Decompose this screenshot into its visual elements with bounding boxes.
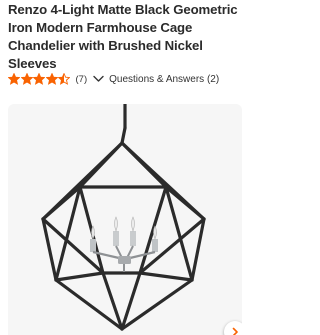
star-icon <box>20 73 33 85</box>
chandelier-image <box>41 104 206 331</box>
rating-row: (7) Questions & Answers (2) <box>8 71 219 87</box>
star-icon <box>8 73 20 85</box>
questions-answers-link[interactable]: Questions & Answers (2) <box>109 74 219 85</box>
product-image-gallery <box>8 104 242 335</box>
review-count[interactable]: (7) <box>76 74 88 85</box>
star-icon <box>58 73 70 85</box>
next-image-button[interactable] <box>224 321 242 335</box>
star-icon <box>33 73 45 85</box>
star-icon <box>45 73 58 85</box>
chevron-down-icon[interactable] <box>93 75 104 83</box>
product-title: Renzo 4-Light Matte Black Geometric Iron… <box>8 2 238 71</box>
chevron-right-icon <box>232 327 238 335</box>
rating-stars[interactable] <box>8 73 71 85</box>
